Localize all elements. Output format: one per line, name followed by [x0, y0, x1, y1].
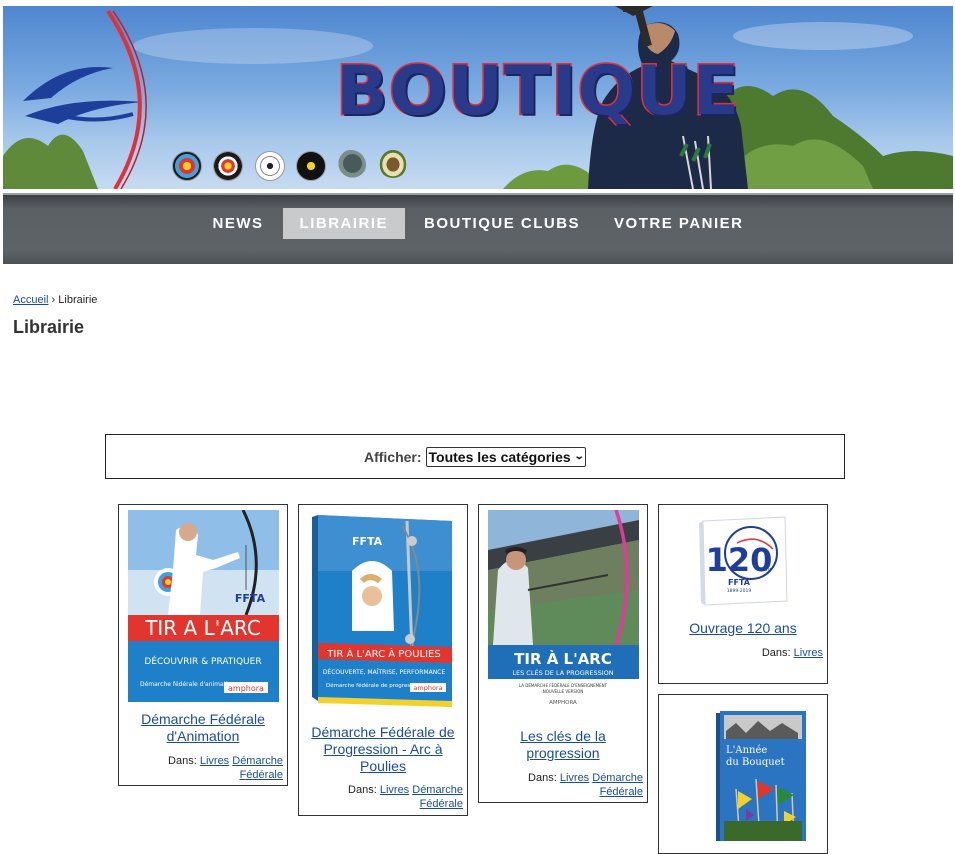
nav-item-boutique-clubs[interactable]: BOUTIQUE CLUBS — [407, 208, 597, 239]
category-link-livres[interactable]: Livres — [794, 647, 823, 659]
target-black-center-icon — [213, 151, 243, 181]
cover-small-text2: NOUVELLE VERSION — [543, 689, 584, 694]
cover-line1: L'Année — [726, 745, 767, 756]
product-card: 120 ans FFTA 1899-2019 Ouvrage 120 ans D… — [658, 504, 828, 684]
product-title-link[interactable]: Ouvrage 120 ans — [663, 620, 823, 637]
cover-small-text: LA DÉMARCHE FÉDÉRALE D'ENSEIGNEMENT — [519, 683, 608, 688]
target-white-icon — [255, 151, 285, 181]
product-title-link[interactable]: Démarche Fédérale d'Animation — [123, 711, 283, 745]
bird-target-icon — [378, 148, 408, 178]
category-link-livres[interactable]: Livres — [200, 755, 229, 767]
product-categories: Dans: Livres Démarche Fédérale — [483, 771, 643, 799]
cover-art: 120 ans FFTA 1899-2019 — [699, 516, 788, 606]
product-card: L'Année du Bouquet — [658, 694, 828, 854]
cover-band-text: TIR A L'ARC — [144, 616, 261, 640]
header-banner: BOUTIQUE — [3, 6, 953, 189]
product-title-link[interactable]: Les clés de la progression — [483, 728, 643, 762]
categories-prefix: Dans: — [528, 772, 557, 784]
product-categories: Dans: Livres Démarche Fédérale — [123, 754, 283, 782]
category-link-livres[interactable]: Livres — [380, 784, 409, 796]
categories-prefix: Dans: — [168, 755, 197, 767]
categories-prefix: Dans: — [761, 647, 791, 659]
cover-brand: FFTA — [728, 578, 751, 587]
product-categories: Dans: Livres — [663, 646, 823, 660]
product-card: TIR À L'ARC LES CLÉS DE LA PROGRESSION L… — [478, 504, 648, 803]
product-title-link[interactable]: Démarche Fédérale de Progression - Arc à… — [303, 724, 463, 775]
product-cover-image[interactable]: TIR A L'ARC DÉCOUVRIR & PRATIQUER Démarc… — [128, 510, 279, 702]
cover-art: FFTA TIR À L'ARC À POULIES DÉCOUVERTE, M… — [312, 515, 452, 707]
product-card: FFTA TIR À L'ARC À POULIES DÉCOUVERTE, M… — [298, 504, 468, 816]
cover-sub-text: DÉCOUVERTE, MAÎTRISE, PERFORMANCE — [323, 668, 446, 676]
nav-item-librairie[interactable]: LIBRAIRIE — [282, 208, 406, 239]
cover-publisher: amphora — [228, 684, 264, 693]
product-cover-image[interactable]: L'Année du Bouquet — [716, 709, 808, 841]
breadcrumb: Accueil › Librairie — [13, 294, 97, 306]
cover-big-number: 120 — [706, 541, 773, 579]
main-nav: NEWS LIBRAIRIE BOUTIQUE CLUBS VOTRE PANI… — [3, 193, 953, 264]
breadcrumb-separator: › — [51, 294, 56, 306]
cover-big-sub: ans — [763, 567, 772, 573]
category-link-demarche-federale[interactable]: Démarche Fédérale — [592, 772, 643, 798]
product-cover-image[interactable]: FFTA TIR À L'ARC À POULIES DÉCOUVERTE, M… — [312, 511, 456, 711]
category-select[interactable]: Toutes les catégories ⌄ — [425, 446, 587, 467]
boar-target-icon — [336, 150, 366, 180]
cover-art: TIR À L'ARC LES CLÉS DE LA PROGRESSION L… — [488, 510, 639, 716]
breadcrumb-home-link[interactable]: Accueil — [13, 294, 48, 306]
cover-publisher: amphora — [413, 684, 442, 692]
cover-art: TIR A L'ARC DÉCOUVRIR & PRATIQUER Démarc… — [128, 510, 279, 702]
cover-band-text: TIR À L'ARC À POULIES — [326, 647, 440, 660]
cover-small-text: Démarche fédérale d'animation — [140, 681, 235, 688]
category-link-livres[interactable]: Livres — [560, 772, 589, 784]
category-link-demarche-federale[interactable]: Démarche Fédérale — [412, 784, 463, 810]
category-filter-box: Afficher: Toutes les catégories ⌄ — [105, 434, 845, 479]
breadcrumb-current: Librairie — [58, 294, 98, 306]
nav-item-votre-panier[interactable]: VOTRE PANIER — [597, 208, 760, 239]
filter-label: Afficher: — [363, 448, 422, 465]
cover-small-text: Démarche fédérale de progression — [326, 682, 422, 689]
cover-ffta-logo: FFTA — [235, 592, 266, 605]
cover-sub-text: DÉCOUVRIR & PRATIQUER — [144, 655, 261, 667]
categories-prefix: Dans: — [348, 784, 377, 796]
cover-band-text: TIR À L'ARC — [514, 649, 612, 668]
nav-item-news[interactable]: NEWS — [196, 208, 281, 239]
category-link-demarche-federale[interactable]: Démarche Fédérale — [232, 755, 283, 781]
cover-ffta-logo: FFTA — [352, 535, 383, 548]
chevron-down-icon: ⌄ — [573, 451, 585, 462]
cover-art: L'Année du Bouquet — [716, 711, 806, 841]
cover-publisher: AMPHORA — [549, 700, 577, 706]
banner-title: BOUTIQUE — [334, 52, 741, 131]
page-title: Librairie — [13, 317, 85, 337]
product-categories: Dans: Livres Démarche Fédérale — [303, 783, 463, 811]
cover-band-sub: LES CLÉS DE LA PROGRESSION — [512, 668, 613, 677]
cover-line2: du Bouquet — [726, 757, 785, 768]
product-card: TIR A L'ARC DÉCOUVRIR & PRATIQUER Démarc… — [118, 504, 288, 786]
target-fita-icon — [172, 151, 202, 181]
product-cover-image[interactable]: TIR À L'ARC LES CLÉS DE LA PROGRESSION L… — [488, 510, 639, 716]
product-cover-image[interactable]: 120 ans FFTA 1899-2019 — [697, 513, 791, 609]
cover-years: 1899-2019 — [727, 588, 752, 594]
category-select-value: Toutes les catégories — [428, 448, 571, 465]
target-black-icon — [296, 151, 326, 181]
